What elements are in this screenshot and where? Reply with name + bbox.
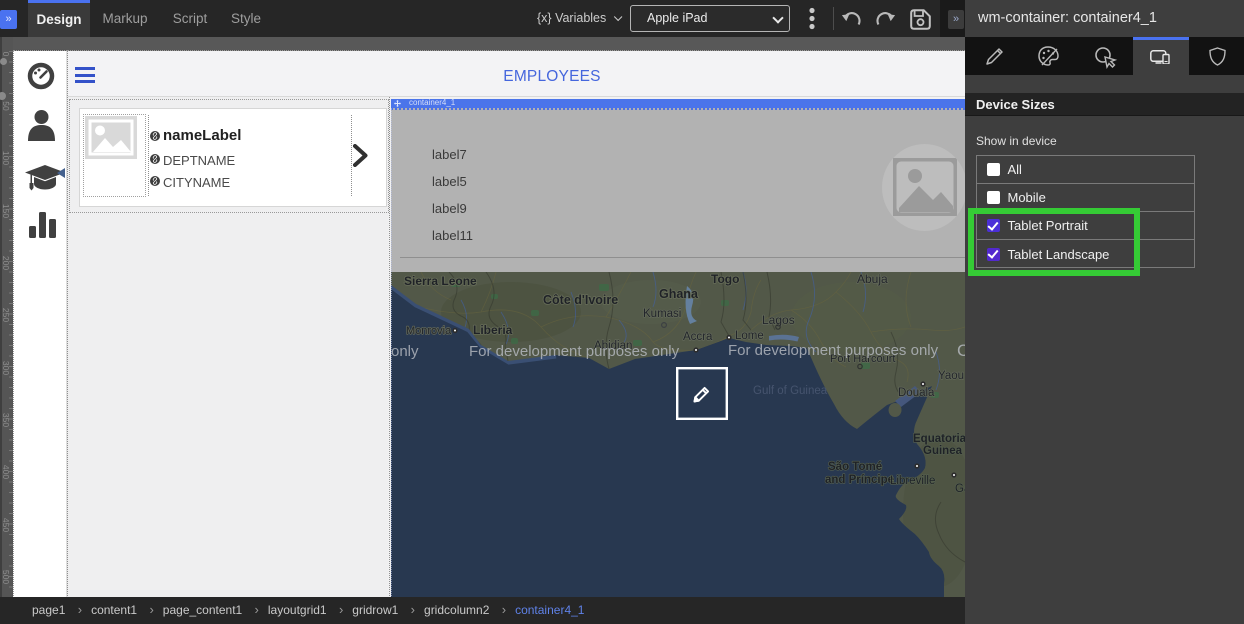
svg-text:For development purposes only: For development purposes only	[728, 342, 939, 359]
svg-text:Ghana: Ghana	[659, 287, 699, 301]
svg-text:Yaou: Yaou	[938, 370, 964, 382]
svg-text:Kumasi: Kumasi	[643, 308, 681, 320]
svg-text:Gulf of Guinea: Gulf of Guinea	[753, 385, 828, 397]
svg-text:Accra: Accra	[683, 331, 713, 343]
svg-text:only: only	[391, 343, 419, 360]
svg-text:Sierra Leone: Sierra Leone	[404, 274, 477, 288]
svg-text:and Príncipe: and Príncipe	[825, 474, 894, 486]
svg-text:For development purposes only: For development purposes only	[469, 343, 680, 360]
svg-text:Lome: Lome	[735, 330, 764, 342]
svg-text:Abuja: Abuja	[857, 272, 888, 286]
svg-text:Ga: Ga	[955, 483, 965, 495]
svg-text:Guinea: Guinea	[923, 445, 963, 457]
svg-text:Côte d'Ivoire: Côte d'Ivoire	[543, 293, 618, 307]
svg-text:São Tomé: São Tomé	[828, 461, 882, 473]
svg-text:Monrovia: Monrovia	[406, 325, 452, 337]
svg-text:Equatoria: Equatoria	[913, 433, 965, 445]
svg-text:Douala: Douala	[898, 387, 935, 399]
svg-text:C: C	[957, 341, 965, 360]
svg-text:Togo: Togo	[711, 272, 739, 286]
svg-text:Libreville: Libreville	[890, 475, 935, 487]
svg-text:Liberia: Liberia	[473, 323, 513, 337]
